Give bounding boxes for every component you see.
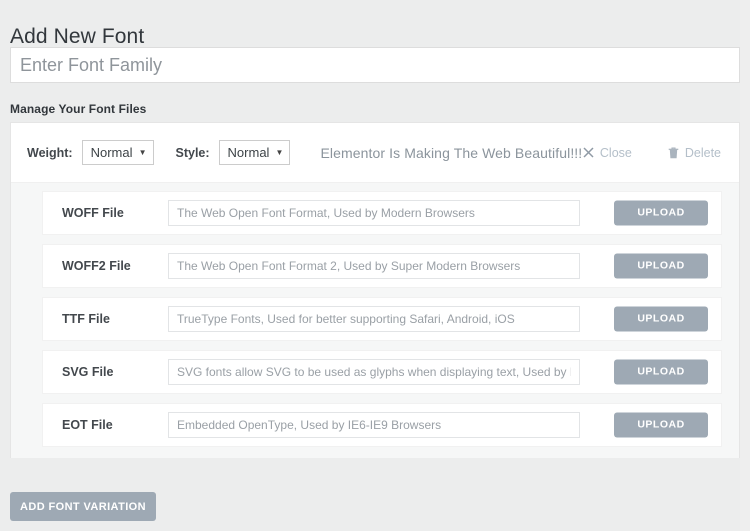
woff2-file-input[interactable]	[168, 253, 580, 279]
chevron-down-icon: ▼	[138, 147, 147, 157]
upload-button[interactable]: UPLOAD	[614, 253, 708, 279]
woff-file-input[interactable]	[168, 200, 580, 226]
file-row-label: TTF File	[62, 312, 110, 326]
file-row: WOFF2 File UPLOAD	[42, 244, 722, 288]
svg-file-input[interactable]	[168, 359, 580, 385]
font-variation-card: Weight: Normal ▼ Style: Normal ▼ Element…	[10, 122, 740, 458]
font-preview-text: Elementor Is Making The Web Beautiful!!!	[320, 144, 583, 161]
file-row-label: SVG File	[62, 365, 114, 379]
upload-button[interactable]: UPLOAD	[614, 306, 708, 332]
delete-variation-label: Delete	[684, 145, 721, 160]
upload-button[interactable]: UPLOAD	[614, 412, 708, 438]
file-row: TTF File UPLOAD	[42, 297, 722, 341]
close-x-icon	[583, 147, 594, 158]
font-files-list: WOFF File UPLOAD WOFF2 File UPLOAD TTF F…	[11, 182, 739, 458]
right-gutter	[740, 0, 750, 531]
file-row-label: WOFF File	[62, 206, 124, 220]
upload-button[interactable]: UPLOAD	[614, 359, 708, 385]
variation-header-actions: Close Delete	[547, 146, 721, 160]
font-family-input[interactable]	[10, 47, 740, 83]
close-variation-button[interactable]: Close	[583, 146, 632, 160]
weight-select[interactable]: Normal ▼	[81, 140, 154, 165]
weight-label: Weight:	[27, 145, 73, 160]
ttf-file-input[interactable]	[168, 306, 580, 332]
weight-select-value: Normal	[90, 145, 133, 160]
file-row: SVG File UPLOAD	[42, 350, 722, 394]
page-root: Add New Font Manage Your Font Files Weig…	[0, 0, 740, 531]
variation-header: Weight: Normal ▼ Style: Normal ▼ Element…	[11, 123, 739, 182]
chevron-down-icon: ▼	[275, 147, 284, 157]
delete-variation-button[interactable]: Delete	[668, 146, 721, 160]
style-label: Style:	[175, 145, 210, 160]
eot-file-input[interactable]	[168, 412, 580, 438]
file-row-label: EOT File	[62, 418, 113, 432]
file-row: EOT File UPLOAD	[42, 403, 722, 447]
close-variation-label: Close	[599, 145, 632, 160]
style-select[interactable]: Normal ▼	[218, 140, 291, 165]
add-font-variation-button[interactable]: ADD FONT VARIATION	[10, 492, 156, 521]
font-family-field-wrapper	[10, 47, 740, 83]
trash-icon	[668, 147, 679, 159]
file-row: WOFF File UPLOAD	[42, 191, 722, 235]
manage-font-files-label: Manage Your Font Files	[10, 102, 147, 116]
style-select-value: Normal	[227, 145, 270, 160]
upload-button[interactable]: UPLOAD	[614, 200, 708, 226]
file-row-label: WOFF2 File	[62, 259, 131, 273]
